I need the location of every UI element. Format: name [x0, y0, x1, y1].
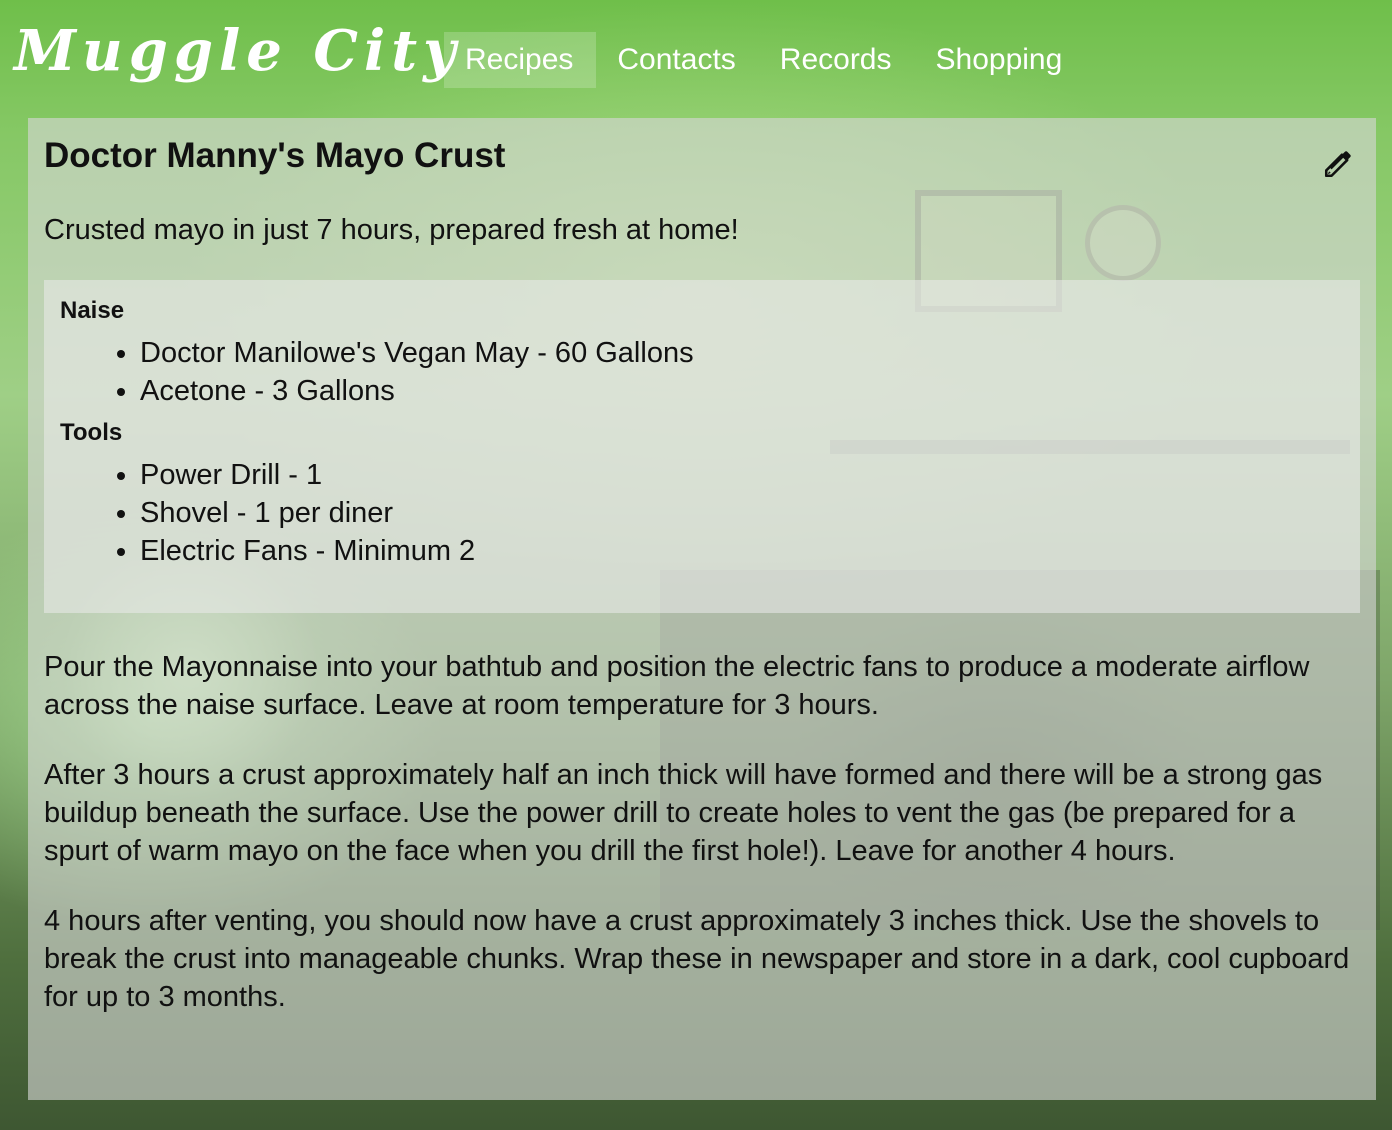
ingredients-panel: Naise Doctor Manilowe's Vegan May - 60 G…: [44, 280, 1360, 613]
list-item: Shovel - 1 per diner: [140, 494, 1344, 532]
group-title-naise: Naise: [60, 297, 125, 324]
step-paragraph: Pour the Mayonnaise into your bathtub an…: [44, 651, 1310, 721]
step-paragraph: After 3 hours a crust approximately half…: [44, 759, 1323, 867]
nav-item-records[interactable]: Records: [759, 32, 915, 88]
app-logo[interactable]: Muggle City: [14, 18, 462, 84]
list-item: Electric Fans - Minimum 2: [140, 532, 1344, 570]
recipe-description: Crusted mayo in just 7 hours, prepared f…: [44, 214, 739, 246]
list-item: Doctor Manilowe's Vegan May - 60 Gallons: [140, 334, 1344, 372]
recipe-steps: Pour the Mayonnaise into your bathtub an…: [44, 648, 1364, 1048]
list-item: Power Drill - 1: [140, 456, 1344, 494]
list-item: Acetone - 3 Gallons: [140, 372, 1344, 410]
group-list-tools: Power Drill - 1 Shovel - 1 per diner Ele…: [60, 456, 1344, 570]
nav-item-shopping[interactable]: Shopping: [915, 32, 1086, 88]
nav-item-contacts[interactable]: Contacts: [596, 32, 758, 88]
pencil-icon[interactable]: [1322, 146, 1356, 180]
group-list-naise: Doctor Manilowe's Vegan May - 60 Gallons…: [60, 334, 1344, 410]
group-title-tools: Tools: [60, 419, 123, 446]
recipe-card: Doctor Manny's Mayo Crust Crusted mayo i…: [28, 118, 1376, 1100]
top-header: Muggle City Recipes Contacts Records Sho…: [0, 0, 1392, 108]
step-paragraph: 4 hours after venting, you should now ha…: [44, 905, 1350, 1013]
nav-item-recipes[interactable]: Recipes: [444, 32, 597, 88]
main-nav: Recipes Contacts Records Shopping: [444, 32, 1085, 88]
recipe-title: Doctor Manny's Mayo Crust: [44, 136, 506, 175]
